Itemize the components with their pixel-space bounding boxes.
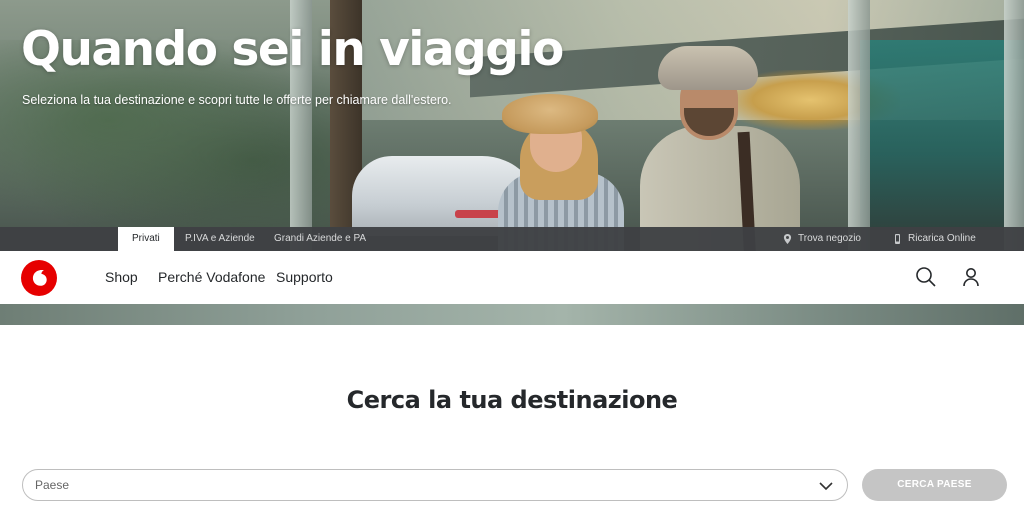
country-select[interactable]: Paese <box>22 469 848 501</box>
vodafone-logo[interactable] <box>21 260 57 296</box>
hero-glass-facade <box>860 40 1024 230</box>
location-pin-icon <box>783 234 792 244</box>
ricarica-online-label: Ricarica Online <box>908 233 976 244</box>
vodafone-quote-icon <box>32 269 47 286</box>
nav-supporto[interactable]: Supporto <box>276 269 333 285</box>
phone-topup-icon <box>895 234 900 244</box>
ricarica-online-link[interactable]: Ricarica Online <box>893 227 976 251</box>
search-section-title: Cerca la tua destinazione <box>346 386 678 414</box>
main-navigation: Shop Perché Vodafone Supporto <box>0 251 1024 304</box>
user-icon[interactable] <box>960 266 982 288</box>
segment-bar: Privati P.IVA e Aziende Grandi Aziende e… <box>0 227 1024 251</box>
hero-woman-hat <box>502 94 598 134</box>
chevron-down-icon <box>818 479 834 493</box>
hero-bottom-strip <box>0 304 1024 325</box>
trova-negozio-label: Trova negozio <box>798 233 861 244</box>
segment-piva-aziende[interactable]: P.IVA e Aziende <box>185 227 255 251</box>
trova-negozio-link[interactable]: Trova negozio <box>783 227 861 251</box>
country-select-placeholder: Paese <box>35 478 70 492</box>
hero-subtitle: Seleziona la tua destinazione e scopri t… <box>22 93 452 107</box>
hero-car-light <box>455 210 503 218</box>
nav-perche-vodafone[interactable]: Perché Vodafone <box>158 269 265 285</box>
cerca-paese-button[interactable]: CERCA PAESE <box>862 469 1007 501</box>
nav-shop[interactable]: Shop <box>105 269 138 285</box>
hero-title: Quando sei in viaggio <box>21 22 564 77</box>
segment-grandi-aziende[interactable]: Grandi Aziende e PA <box>274 227 366 251</box>
hero-man-hat <box>658 46 758 90</box>
search-icon[interactable] <box>915 266 937 288</box>
segment-privati[interactable]: Privati <box>118 227 174 251</box>
